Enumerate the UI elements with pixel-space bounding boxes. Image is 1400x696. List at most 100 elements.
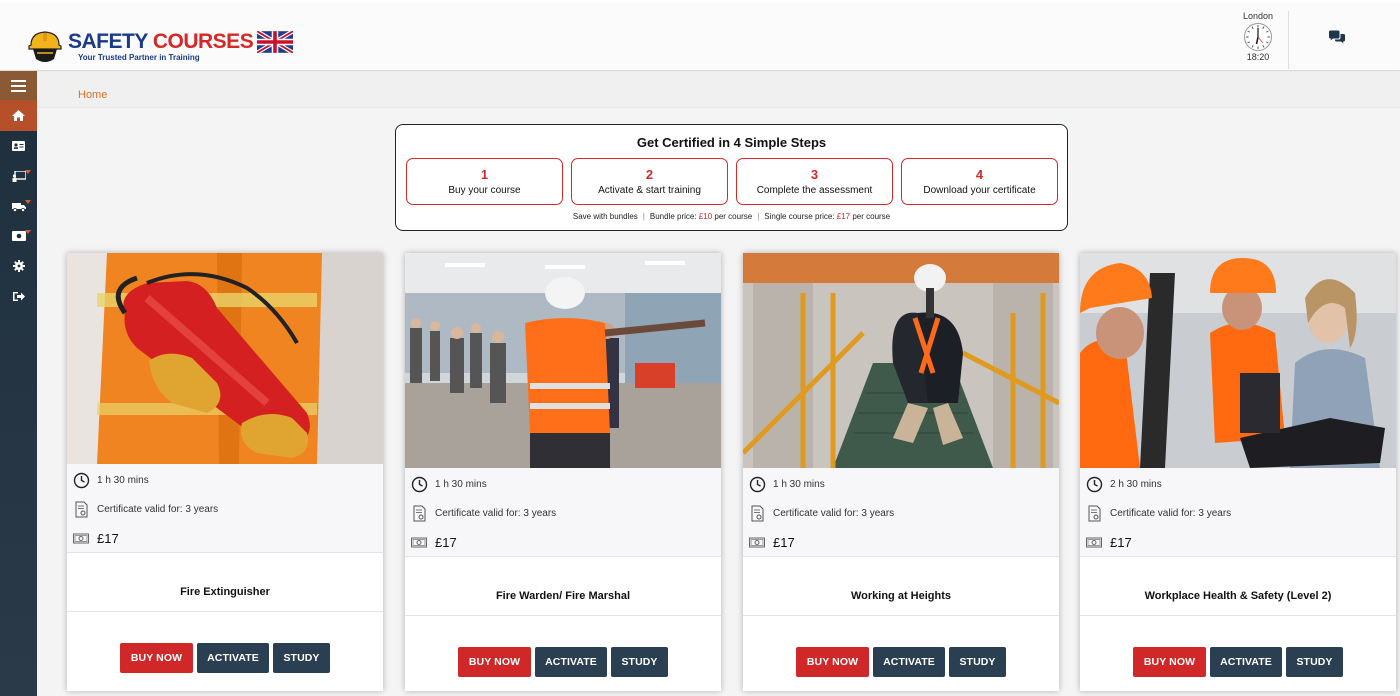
course-info: 1 h 30 mins Certificate valid for: 3 yea… <box>405 468 721 556</box>
cash-icon <box>73 533 89 544</box>
course-actions: BUY NOW ACTIVATE STUDY <box>1080 647 1396 677</box>
logo[interactable]: SAFETY COURSES Your Trusted Partner in T… <box>25 27 294 67</box>
course-image[interactable] <box>405 253 721 468</box>
duration-row: 1 h 30 mins <box>411 476 487 493</box>
course-actions: BUY NOW ACTIVATE STUDY <box>743 647 1059 677</box>
sidebar-item-profile[interactable] <box>0 131 37 161</box>
duration-text: 2 h 30 mins <box>1110 479 1162 490</box>
uk-flag-icon <box>257 31 294 53</box>
study-button[interactable]: STUDY <box>1286 647 1343 677</box>
bundles-note: Save with bundles <box>572 212 638 221</box>
sidebar-item-orders[interactable] <box>0 191 37 221</box>
london-clock: London 18:20 <box>1230 11 1286 62</box>
sidebar-item-logout[interactable] <box>0 281 37 311</box>
steps-panel: Get Certified in 4 Simple Steps 1 Buy yo… <box>395 124 1068 231</box>
validity-text: Certificate valid for: 3 years <box>773 508 895 519</box>
workplace-safety-photo <box>1080 253 1396 468</box>
divider <box>743 615 1059 616</box>
validity-row: Certificate valid for: 3 years <box>1086 505 1231 522</box>
cash-icon <box>411 537 427 548</box>
study-button[interactable]: STUDY <box>611 647 668 677</box>
course-title[interactable]: Working at Heights <box>743 590 1059 602</box>
divider <box>1080 615 1396 616</box>
step-4: 4 Download your certificate <box>901 158 1058 205</box>
course-title[interactable]: Fire Warden/ Fire Marshal <box>405 590 721 602</box>
single-price: £17 <box>836 212 851 221</box>
clock-time: 18:20 <box>1246 52 1270 62</box>
course-actions: BUY NOW ACTIVATE STUDY <box>67 643 383 673</box>
brand-safety: SAFETY <box>68 30 148 53</box>
price-text: £17 <box>97 531 119 546</box>
certificate-icon <box>1088 505 1101 522</box>
buy-now-button[interactable]: BUY NOW <box>796 647 869 677</box>
course-info: 1 h 30 mins Certificate valid for: 3 yea… <box>743 468 1059 556</box>
divider <box>405 556 721 557</box>
study-button[interactable]: STUDY <box>273 643 330 673</box>
steps-title: Get Certified in 4 Simple Steps <box>636 135 827 150</box>
divider <box>67 552 383 553</box>
buy-now-button[interactable]: BUY NOW <box>458 647 531 677</box>
activate-button[interactable]: ACTIVATE <box>1210 647 1282 677</box>
course-card-fire-warden: 1 h 30 mins Certificate valid for: 3 yea… <box>405 253 721 691</box>
step-label: Complete the assessment <box>756 185 873 196</box>
tagline: Your Trusted Partner in Training <box>78 53 200 62</box>
sidebar <box>0 71 37 696</box>
step-number: 4 <box>975 167 984 182</box>
helmet-logo-icon <box>28 31 62 62</box>
bundle-price-prefix: Bundle price: <box>649 212 699 221</box>
single-price-suffix: per course <box>850 212 891 221</box>
sidebar-item-payments[interactable] <box>0 221 37 251</box>
clock-icon <box>1086 476 1103 493</box>
chat-bubbles-icon[interactable] <box>1328 30 1346 45</box>
id-card-icon <box>12 141 25 151</box>
clock-city: London <box>1242 11 1274 21</box>
buy-now-button[interactable]: BUY NOW <box>120 643 193 673</box>
course-image[interactable] <box>1080 253 1396 468</box>
duration-row: 1 h 30 mins <box>749 476 825 493</box>
course-title[interactable]: Fire Extinguisher <box>67 586 383 598</box>
fire-warden-photo <box>405 253 721 468</box>
breadcrumb-home-link[interactable]: Home <box>78 89 107 101</box>
step-1: 1 Buy your course <box>406 158 563 205</box>
study-button[interactable]: STUDY <box>949 647 1006 677</box>
clock-icon <box>1244 23 1272 51</box>
duration-text: 1 h 30 mins <box>773 479 825 490</box>
brand-courses: COURSES <box>152 30 254 53</box>
activate-button[interactable]: ACTIVATE <box>535 647 607 677</box>
single-price-prefix: Single course price: <box>764 212 837 221</box>
course-info: 2 h 30 mins Certificate valid for: 3 yea… <box>1080 468 1396 556</box>
price-row: £17 <box>73 530 119 547</box>
cash-icon <box>1086 537 1102 548</box>
step-number: 2 <box>645 167 654 182</box>
fire-extinguisher-photo <box>67 253 383 464</box>
validity-text: Certificate valid for: 3 years <box>1110 508 1232 519</box>
activate-button[interactable]: ACTIVATE <box>197 643 269 673</box>
step-2: 2 Activate & start training <box>571 158 728 205</box>
money-bill-icon <box>11 231 26 241</box>
step-3: 3 Complete the assessment <box>736 158 893 205</box>
certificate-icon <box>751 505 764 522</box>
certificate-icon <box>75 501 88 518</box>
header-divider <box>1288 11 1289 69</box>
step-label: Activate & start training <box>598 185 701 196</box>
teacher-board-icon <box>12 170 26 182</box>
validity-row: Certificate valid for: 3 years <box>73 501 218 518</box>
duration-row: 2 h 30 mins <box>1086 476 1162 493</box>
price-row: £17 <box>1086 534 1132 551</box>
cash-icon <box>749 537 765 548</box>
home-icon <box>12 110 25 121</box>
course-title[interactable]: Workplace Health & Safety (Level 2) <box>1080 590 1396 602</box>
course-image[interactable] <box>67 253 383 464</box>
sidebar-item-home[interactable] <box>0 100 37 131</box>
sidebar-item-courses[interactable] <box>0 161 37 191</box>
buy-now-button[interactable]: BUY NOW <box>1133 647 1206 677</box>
activate-button[interactable]: ACTIVATE <box>873 647 945 677</box>
step-label: Buy your course <box>448 185 521 196</box>
step-number: 3 <box>810 167 819 182</box>
sidebar-item-settings[interactable] <box>0 251 37 281</box>
clock-icon <box>73 472 90 489</box>
duration-text: 1 h 30 mins <box>435 479 487 490</box>
chevron-down-icon <box>25 230 31 234</box>
course-image[interactable] <box>743 253 1059 468</box>
menu-toggle-button[interactable] <box>0 71 37 100</box>
